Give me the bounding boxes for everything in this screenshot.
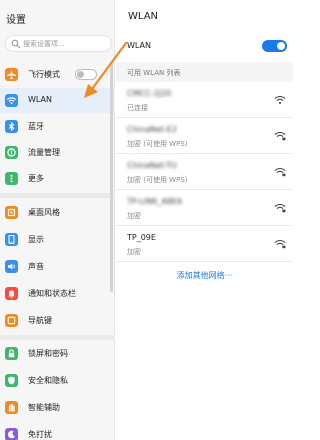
network-item[interactable]: ChinaNet-TU 加密 (可使用 WPS) xyxy=(116,154,293,190)
sidebar-item-label: 更多 xyxy=(28,174,44,183)
sidebar-item-airplane-mode[interactable]: 飞行模式 xyxy=(0,62,115,87)
wlan-list-header-label: 可用 WLAN 列表 xyxy=(127,69,181,77)
network-name: CMCC-2J20 xyxy=(127,89,172,98)
sidebar-divider xyxy=(0,335,115,340)
sidebar-item-wlan[interactable]: WLAN xyxy=(0,88,115,113)
sidebar-item-navigation-keys[interactable]: 导航键 xyxy=(0,308,115,333)
search-input[interactable]: 搜索设置项... xyxy=(5,35,112,52)
settings-sidebar: 设置 搜索设置项... 飞行模式 WLAN 蓝牙 流量管理 更多 桌面风格 显示… xyxy=(0,0,115,440)
navigation-key-icon xyxy=(5,314,18,327)
network-name: TP-LINK_A8E6 xyxy=(127,197,183,206)
network-item[interactable]: ChinaNet-E2 加密 (可使用 WPS) xyxy=(116,118,293,154)
wifi-signal-icon xyxy=(274,95,286,104)
search-placeholder: 搜索设置项... xyxy=(23,40,65,48)
sidebar-item-label: 锁屏和密码 xyxy=(28,349,68,358)
sidebar-title: 设置 xyxy=(6,15,26,26)
sidebar-item-data-usage[interactable]: 流量管理 xyxy=(0,140,115,165)
sound-icon xyxy=(5,260,18,273)
sidebar-item-label: 声音 xyxy=(28,262,44,271)
sidebar-item-label: 智能辅助 xyxy=(28,403,60,412)
wifi-locked-signal-icon xyxy=(274,167,286,177)
network-item[interactable]: TP-LINK_A8E6 加密 xyxy=(116,190,293,226)
sidebar-item-desktop-style[interactable]: 桌面风格 xyxy=(0,200,115,225)
page-title: WLAN xyxy=(128,11,159,22)
moon-icon xyxy=(5,428,18,440)
notification-icon xyxy=(5,287,18,300)
sidebar-item-sound[interactable]: 声音 xyxy=(0,254,115,279)
sidebar-item-label: 桌面风格 xyxy=(28,208,60,217)
airplane-mode-toggle[interactable] xyxy=(75,69,97,80)
sidebar-item-label: 通知和状态栏 xyxy=(28,289,76,298)
wifi-locked-signal-icon xyxy=(274,239,286,249)
lock-icon xyxy=(5,347,18,360)
add-other-network-link[interactable]: 添加其他网络··· xyxy=(116,270,293,281)
sidebar-item-notifications[interactable]: 通知和状态栏 xyxy=(0,281,115,306)
sidebar-item-smart-assist[interactable]: 智能辅助 xyxy=(0,395,115,420)
wlan-switch-label: WLAN xyxy=(127,41,152,50)
sidebar-item-label: 安全和隐私 xyxy=(28,376,68,385)
sidebar-item-label: 免打扰 xyxy=(28,430,52,439)
search-icon xyxy=(11,39,21,49)
sidebar-divider xyxy=(0,193,115,198)
network-name: TP_09E xyxy=(127,233,156,242)
bluetooth-icon xyxy=(5,120,18,133)
network-status: 加密 xyxy=(127,248,141,256)
sidebar-item-more[interactable]: 更多 xyxy=(0,166,115,191)
wifi-locked-signal-icon xyxy=(274,203,286,213)
airplane-icon xyxy=(5,68,18,81)
network-item[interactable]: CMCC-2J20 已连接 xyxy=(116,82,293,118)
sidebar-item-label: 蓝牙 xyxy=(28,122,44,131)
sidebar-item-security-privacy[interactable]: 安全和隐私 xyxy=(0,368,115,393)
network-status: 加密 (可使用 WPS) xyxy=(127,140,188,148)
more-icon xyxy=(5,172,18,185)
wlan-toggle[interactable] xyxy=(262,40,287,52)
sidebar-item-display[interactable]: 显示 xyxy=(0,227,115,252)
wlan-switch-row[interactable]: WLAN xyxy=(116,34,293,58)
sidebar-item-label: 显示 xyxy=(28,235,44,244)
network-item[interactable]: TP_09E 加密 xyxy=(116,226,293,262)
sidebar-item-label: 流量管理 xyxy=(28,148,60,157)
sidebar-item-label: 导航键 xyxy=(28,316,52,325)
wifi-locked-signal-icon xyxy=(274,131,286,141)
network-status: 已连接 xyxy=(127,104,148,112)
data-usage-icon xyxy=(5,146,18,159)
sidebar-item-label: WLAN xyxy=(28,95,53,104)
hand-icon xyxy=(5,401,18,414)
shield-icon xyxy=(5,374,18,387)
sidebar-scrollbar[interactable] xyxy=(110,62,113,292)
sidebar-item-label: 飞行模式 xyxy=(28,70,60,79)
home-icon xyxy=(5,206,18,219)
network-name: ChinaNet-E2 xyxy=(127,125,177,134)
sidebar-item-lock-screen[interactable]: 锁屏和密码 xyxy=(0,341,115,366)
wlan-panel: WLAN WLAN 可用 WLAN 列表 CMCC-2J20 已连接 China… xyxy=(116,0,293,440)
sidebar-item-bluetooth[interactable]: 蓝牙 xyxy=(0,114,115,139)
sidebar-item-do-not-disturb[interactable]: 免打扰 xyxy=(0,422,115,440)
network-status: 加密 xyxy=(127,212,141,220)
display-icon xyxy=(5,233,18,246)
wlan-list-header: 可用 WLAN 列表 xyxy=(116,62,293,82)
network-name: ChinaNet-TU xyxy=(127,161,177,170)
wifi-icon xyxy=(5,94,18,107)
network-status: 加密 (可使用 WPS) xyxy=(127,176,188,184)
